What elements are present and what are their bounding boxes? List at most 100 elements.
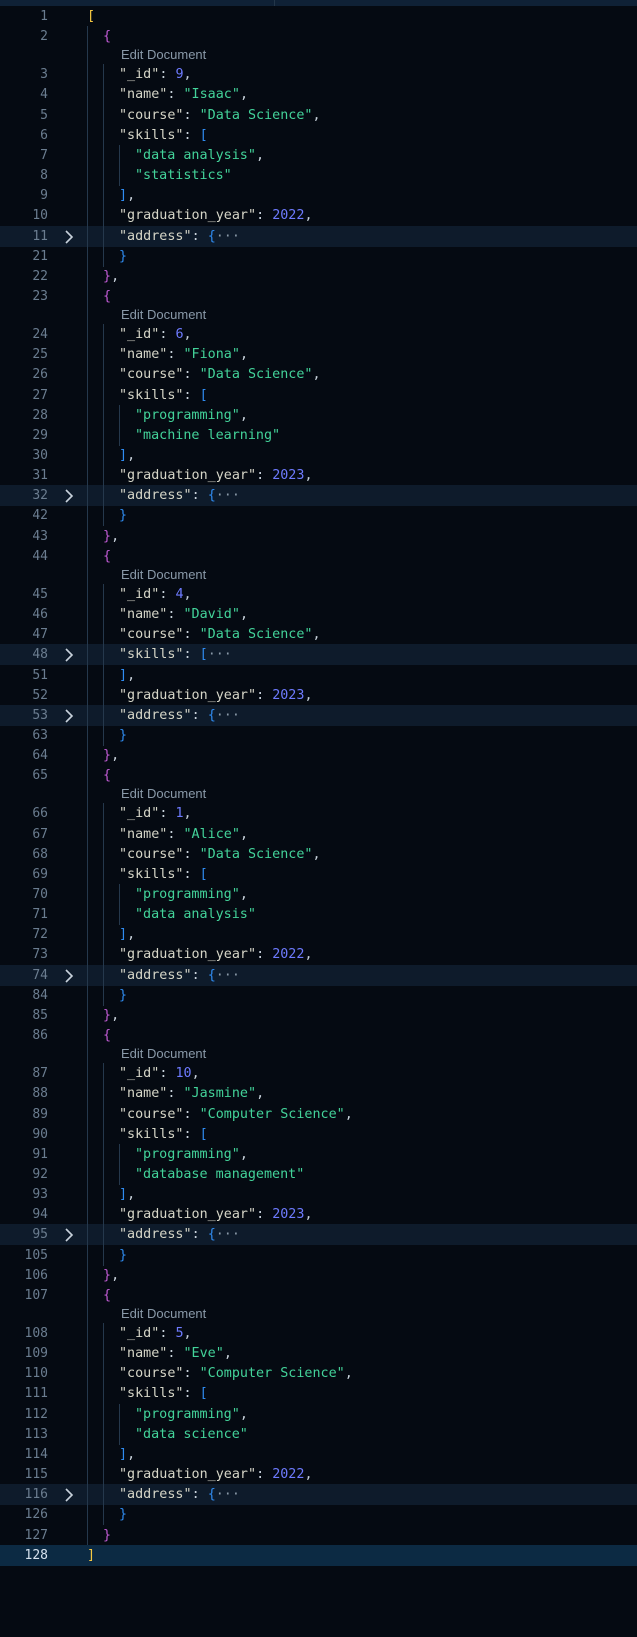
code-line-address-close[interactable]: 63} [0, 724, 637, 746]
code-line-course[interactable]: 47 "course": "Data Science", [0, 624, 637, 646]
indent-guide [103, 165, 104, 187]
code-line-address-close[interactable]: 21} [0, 245, 637, 267]
code-line-document-close[interactable]: 64}, [0, 745, 637, 767]
indent-guide [103, 1123, 104, 1145]
code-line-document-close[interactable]: 85}, [0, 1004, 637, 1026]
code-line-skill-item[interactable]: 29 "machine learning" [0, 424, 637, 446]
fold-chevron-icon[interactable] [62, 229, 76, 244]
code-line-skills-close[interactable]: 30], [0, 445, 637, 466]
code-line-skill-item[interactable]: 92 "database management" [0, 1163, 637, 1185]
code-line-skill-item[interactable]: 7 "data analysis", [0, 144, 637, 166]
code-line-course[interactable]: 68 "course": "Data Science", [0, 843, 637, 865]
code-line-skills[interactable]: 69 "skills": [ [0, 863, 637, 885]
json-key: "_id" [119, 67, 160, 83]
code-line-skill-item[interactable]: 113 "data science" [0, 1423, 637, 1445]
edit-document-codelens[interactable]: Edit Document [121, 306, 206, 324]
code-line-address-folded[interactable]: 53 "address": {··· [0, 704, 637, 726]
code-line-id[interactable]: 108 "_id": 5, [0, 1323, 637, 1344]
code-line-name[interactable]: 88 "name": "Jasmine", [0, 1083, 637, 1105]
code-line-document-close[interactable]: 43}, [0, 525, 637, 547]
code-line-name[interactable]: 4 "name": "Isaac", [0, 84, 637, 106]
code-line-skills[interactable]: 111 "skills": [ [0, 1383, 637, 1405]
code-line-skills[interactable]: 6 "skills": [ [0, 124, 637, 146]
code-line-id[interactable]: 87 "_id": 10, [0, 1063, 637, 1085]
code-line-address-close[interactable]: 42} [0, 505, 637, 527]
fold-chevron-icon[interactable] [62, 709, 76, 723]
code-line-course[interactable]: 26 "course": "Data Science", [0, 364, 637, 386]
json-string: "Data Science" [199, 107, 313, 123]
indent-guide [103, 984, 104, 1006]
code-line-name[interactable]: 46 "name": "David", [0, 604, 637, 626]
code-line-skill-item[interactable]: 8 "statistics" [0, 165, 637, 187]
code-line-course[interactable]: 5 "course": "Data Science", [0, 104, 637, 126]
code-text: "address": {··· [119, 1487, 240, 1503]
json-editor[interactable]: 1[2{Edit Document 3 "_id": 9, 4 "name": "Isa… [0, 0, 637, 1637]
code-line-address-close[interactable]: 126} [0, 1504, 637, 1526]
code-line-graduation-year[interactable]: 10 "graduation_year": 2022, [0, 205, 637, 227]
indent-guide [103, 1063, 104, 1085]
code-line-name[interactable]: 25 "name": "Fiona", [0, 344, 637, 366]
edit-document-codelens[interactable]: Edit Document [121, 1045, 206, 1063]
fold-chevron-icon[interactable] [62, 648, 76, 662]
code-line-graduation-year[interactable]: 115 "graduation_year": 2022, [0, 1464, 637, 1486]
code-line-skill-item[interactable]: 71 "data analysis" [0, 904, 637, 926]
code-line-graduation-year[interactable]: 31 "graduation_year": 2023, [0, 465, 637, 487]
code-line-address-folded[interactable]: 74 "address": {··· [0, 964, 637, 986]
code-line-skills-folded[interactable]: 48 "skills": [··· [0, 644, 637, 666]
code-line-address-folded[interactable]: 116 "address": {··· [0, 1484, 637, 1506]
indent-guide [87, 724, 88, 746]
code-line-id[interactable]: 45 "_id": 4, [0, 583, 637, 605]
code-line-course[interactable]: 110 "course": "Computer Science", [0, 1363, 637, 1385]
edit-document-codelens[interactable]: Edit Document [121, 46, 206, 64]
edit-document-codelens[interactable]: Edit Document [121, 566, 206, 584]
code-line-address-folded[interactable]: 32 "address": {··· [0, 485, 637, 507]
code-line-skill-item[interactable]: 91 "programming", [0, 1143, 637, 1165]
code-line-document-close[interactable]: 106}, [0, 1264, 637, 1286]
indent-guide [87, 1403, 88, 1425]
code-line-skill-item[interactable]: 70 "programming", [0, 884, 637, 905]
line-number: 10 [32, 208, 48, 224]
code-line-document-open[interactable]: 23 { [0, 285, 637, 307]
array-close-bracket: ] [119, 927, 128, 943]
code-line-name[interactable]: 67 "name": "Alice", [0, 823, 637, 845]
code-line-array-open[interactable]: 1[ [0, 6, 637, 27]
line-number: 5 [40, 107, 48, 123]
code-line-address-close[interactable]: 84} [0, 984, 637, 1006]
code-line-name[interactable]: 109 "name": "Eve", [0, 1343, 637, 1365]
json-key: "name" [119, 826, 168, 842]
fold-chevron-icon[interactable] [62, 1488, 76, 1502]
json-key: "graduation_year" [119, 1207, 257, 1223]
code-line-skills[interactable]: 90 "skills": [ [0, 1123, 637, 1145]
code-line-document-open[interactable]: 107 { [0, 1284, 637, 1306]
code-line-skills[interactable]: 27 "skills": [ [0, 384, 637, 406]
edit-document-codelens[interactable]: Edit Document [121, 785, 206, 803]
code-line-graduation-year[interactable]: 94 "graduation_year": 2023, [0, 1204, 637, 1226]
fold-chevron-icon[interactable] [62, 1228, 76, 1242]
fold-chevron-icon[interactable] [62, 969, 76, 983]
code-line-id[interactable]: 24 "_id": 6, [0, 324, 637, 346]
fold-chevron-icon[interactable] [62, 489, 76, 503]
code-line-address-folded[interactable]: 95 "address": {··· [0, 1224, 637, 1246]
code-line-course[interactable]: 89 "course": "Computer Science", [0, 1103, 637, 1125]
code-line-id[interactable]: 3 "_id": 9, [0, 64, 637, 86]
code-line-graduation-year[interactable]: 52 "graduation_year": 2023, [0, 684, 637, 706]
code-line-document-open[interactable]: 44 { [0, 545, 637, 567]
edit-document-codelens[interactable]: Edit Document [121, 1305, 206, 1323]
code-line-skills-close[interactable]: 72], [0, 924, 637, 946]
code-line-document-open[interactable]: 86 { [0, 1025, 637, 1047]
code-line-skills-close[interactable]: 93], [0, 1184, 637, 1206]
code-line-document-open[interactable]: 65 { [0, 765, 637, 787]
code-line-array-close[interactable]: 128] [0, 1544, 637, 1566]
code-line-address-close[interactable]: 105} [0, 1244, 637, 1266]
code-line-document-close[interactable]: 22}, [0, 265, 637, 287]
code-line-graduation-year[interactable]: 73 "graduation_year": 2022, [0, 944, 637, 966]
code-line-skill-item[interactable]: 112 "programming", [0, 1403, 637, 1425]
code-line-document-close[interactable]: 127} [0, 1524, 637, 1546]
code-line-skills-close[interactable]: 114], [0, 1443, 637, 1465]
code-line-skills-close[interactable]: 9], [0, 185, 637, 207]
code-line-skill-item[interactable]: 28 "programming", [0, 404, 637, 426]
code-line-skills-close[interactable]: 51], [0, 664, 637, 686]
code-line-address-folded[interactable]: 11 "address": {··· [0, 225, 637, 247]
code-line-id[interactable]: 66 "_id": 1, [0, 803, 637, 825]
code-line-document-open[interactable]: 2{ [0, 26, 637, 48]
